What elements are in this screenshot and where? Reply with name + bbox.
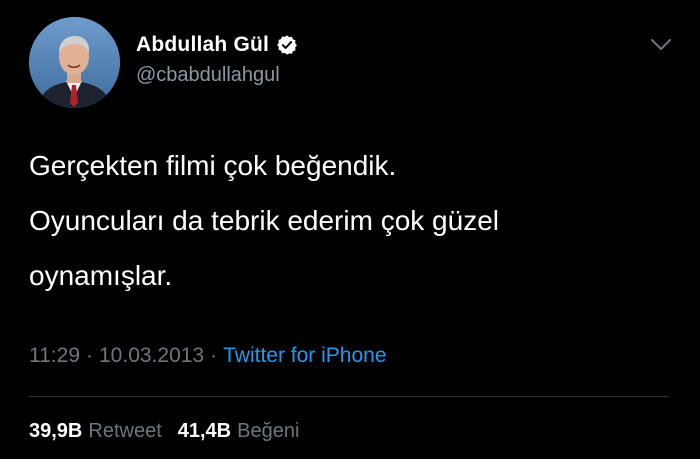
author-name-row[interactable]: Abdullah Gül (136, 30, 298, 60)
tweet-text-line: Gerçekten filmi çok beğendik. (29, 150, 397, 181)
tweet-text-line: oynamışlar. (29, 260, 173, 291)
meta-separator: · (86, 344, 93, 367)
display-name[interactable]: Abdullah Gül (136, 33, 269, 57)
retweets-stat[interactable]: 39,9B Retweet (29, 420, 162, 443)
tweet-text-line: Oyuncuları da tebrik ederim çok güzel (29, 205, 499, 236)
tweet-source-link[interactable]: Twitter for iPhone (223, 344, 386, 367)
likes-stat[interactable]: 41,4B Beğeni (178, 420, 300, 443)
tweet-text: Gerçekten filmi çok beğendik. Oyuncuları… (29, 138, 669, 303)
tweet-date[interactable]: 10.03.2013 (99, 344, 204, 367)
username-handle[interactable]: @cbabdullahgul (136, 64, 280, 87)
tweet-time[interactable]: 11:29 (29, 344, 80, 367)
avatar-photo (29, 17, 120, 108)
engagement-stats: 39,9B Retweet 41,4B Beğeni (29, 420, 315, 443)
chevron-down-icon[interactable] (650, 38, 672, 52)
verified-badge-icon (276, 34, 298, 56)
tweet-metadata: 11:29 · 10.03.2013 · Twitter for iPhone (29, 344, 387, 368)
divider (29, 396, 669, 397)
retweet-label: Retweet (88, 420, 162, 442)
avatar[interactable] (29, 17, 120, 108)
like-label: Beğeni (237, 420, 300, 442)
meta-separator: · (210, 344, 218, 367)
like-count: 41,4B (177, 420, 232, 442)
tweet-card: Abdullah Gül @cbabdullahgul Gerçekten fi… (0, 0, 700, 459)
retweet-count: 39,9B (29, 420, 83, 442)
